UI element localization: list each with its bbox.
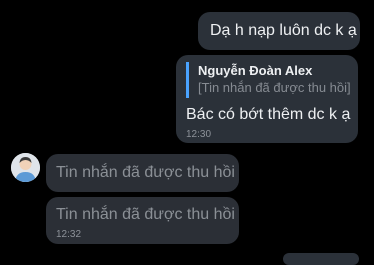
message-text: Dạ h nạp luôn dc k ạ bbox=[210, 22, 357, 39]
quoted-reply[interactable]: Nguyễn Đoàn Alex [Tin nhắn đã được thu h… bbox=[186, 62, 351, 98]
outgoing-message-partial[interactable] bbox=[283, 253, 359, 265]
outgoing-message[interactable]: Dạ h nạp luôn dc k ạ bbox=[198, 12, 360, 50]
incoming-recalled-message[interactable]: Tin nhắn đã được thu hồi bbox=[46, 154, 239, 192]
reply-recalled-text: [Tin nhắn đã được thu hồi] bbox=[198, 80, 351, 95]
chat-thread: Dạ h nạp luôn dc k ạ Nguyễn Đoàn Alex [T… bbox=[0, 0, 374, 265]
message-text: Bác có bớt thêm dc k ạ bbox=[186, 106, 351, 123]
message-time: 12:32 bbox=[56, 229, 82, 240]
message-time: 12:30 bbox=[186, 129, 212, 140]
outgoing-reply-message[interactable]: Nguyễn Đoàn Alex [Tin nhắn đã được thu h… bbox=[176, 55, 358, 143]
incoming-recalled-message[interactable]: Tin nhắn đã được thu hồi 12:32 bbox=[46, 197, 239, 244]
sender-avatar[interactable] bbox=[11, 153, 40, 182]
recalled-text: Tin nhắn đã được thu hồi bbox=[56, 206, 235, 223]
reply-sender-name: Nguyễn Đoàn Alex bbox=[198, 63, 313, 78]
user-avatar-icon bbox=[11, 153, 40, 182]
recalled-text: Tin nhắn đã được thu hồi bbox=[56, 164, 235, 181]
